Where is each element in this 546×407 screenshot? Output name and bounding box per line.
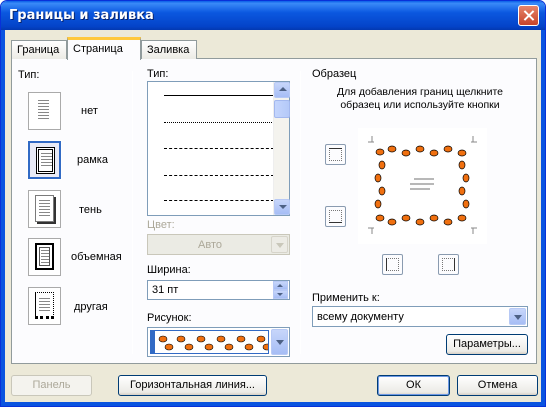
page-box-icon (36, 147, 55, 174)
style-label: Тип: (147, 68, 169, 80)
art-dropdown-button[interactable] (271, 329, 288, 355)
art-select[interactable] (147, 327, 290, 357)
setting-shadow-button[interactable] (28, 190, 61, 228)
toolbar-panel-button: Панель (11, 375, 92, 396)
color-value: Авто (198, 239, 222, 251)
setting-custom-label: другая (74, 301, 108, 313)
page-shadow-icon (35, 195, 54, 222)
line-style-list[interactable] (147, 81, 290, 216)
spin-down-icon[interactable] (273, 290, 288, 299)
spin-up-icon[interactable] (273, 281, 288, 290)
cancel-button[interactable]: Отмена (457, 375, 538, 396)
window-frame-bottom (1, 402, 545, 406)
window-frame-left (1, 30, 5, 406)
tab-border[interactable]: Граница (11, 40, 67, 59)
chevron-down-icon (279, 205, 287, 209)
options-button[interactable]: Параметры... (446, 334, 528, 355)
setting-3d-button[interactable] (28, 238, 61, 276)
setting-heading: Тип: (18, 69, 40, 81)
window-frame-right (541, 30, 545, 406)
ok-button[interactable]: ОК (377, 375, 450, 396)
page-none-icon (35, 97, 54, 124)
setting-shadow-label: тень (79, 204, 102, 216)
width-stepper[interactable]: 31 пт (147, 280, 290, 300)
chevron-down-icon (276, 340, 284, 345)
border-top-icon[interactable] (325, 144, 346, 165)
scroll-down-button[interactable] (274, 199, 290, 215)
line-style-solid[interactable] (164, 95, 274, 96)
apply-to-value: всему документу (317, 311, 404, 323)
scroll-up-button[interactable] (274, 82, 290, 98)
width-value: 31 пт (152, 284, 179, 296)
border-right-icon[interactable] (438, 254, 459, 275)
line-style-dotted[interactable] (164, 122, 274, 123)
tab-page-border-label: Страница (73, 43, 123, 55)
setting-none-button[interactable] (28, 92, 61, 130)
butterfly-art-icon (150, 330, 269, 354)
setting-box-button[interactable] (27, 140, 62, 180)
apply-to-label: Применить к: (312, 292, 380, 304)
setting-custom-button[interactable] (28, 287, 61, 325)
close-icon[interactable] (518, 5, 539, 26)
separator-left (132, 71, 133, 354)
page-custom-icon (35, 292, 54, 319)
apply-to-select[interactable]: всему документу (312, 306, 528, 327)
tab-shading-label: Заливка (147, 44, 190, 56)
preview-hint: Для добавления границ щелкните образец и… (336, 86, 504, 111)
separator-right (300, 71, 301, 354)
art-label: Рисунок: (147, 312, 192, 324)
setting-box-label: рамка (77, 154, 108, 166)
border-bottom-icon[interactable] (325, 206, 346, 227)
preview-page[interactable] (358, 128, 487, 244)
dialog-window: Границы и заливка Граница Страница Залив… (0, 0, 546, 407)
chevron-down-icon[interactable] (509, 308, 526, 325)
page-3d-icon (35, 243, 54, 270)
title-bar: Границы и заливка (1, 1, 545, 30)
horizontal-line-button[interactable]: Горизонтальная линия... (118, 375, 267, 396)
border-left-icon[interactable] (382, 254, 403, 275)
preview-heading: Образец (312, 68, 357, 80)
tab-border-label: Граница (17, 44, 60, 56)
scroll-thumb[interactable] (274, 100, 290, 118)
preview-art (368, 136, 477, 234)
line-style-dash-dot[interactable] (164, 200, 274, 201)
tab-shading[interactable]: Заливка (141, 40, 197, 59)
line-style-dashed[interactable] (164, 175, 274, 176)
width-label: Ширина: (147, 264, 191, 276)
window-title: Границы и заливка (9, 8, 154, 23)
chevron-down-icon (271, 236, 288, 253)
tab-page-border[interactable]: Страница (67, 37, 141, 60)
color-select: Авто (147, 234, 290, 255)
setting-none-label: нет (81, 105, 98, 117)
chevron-up-icon (279, 87, 287, 91)
color-label: Цвет: (147, 219, 175, 231)
setting-3d-label: объемная (71, 251, 122, 263)
line-style-dashed-small[interactable] (164, 148, 274, 149)
art-pattern (151, 331, 268, 353)
style-list-scrollbar[interactable] (273, 82, 290, 215)
